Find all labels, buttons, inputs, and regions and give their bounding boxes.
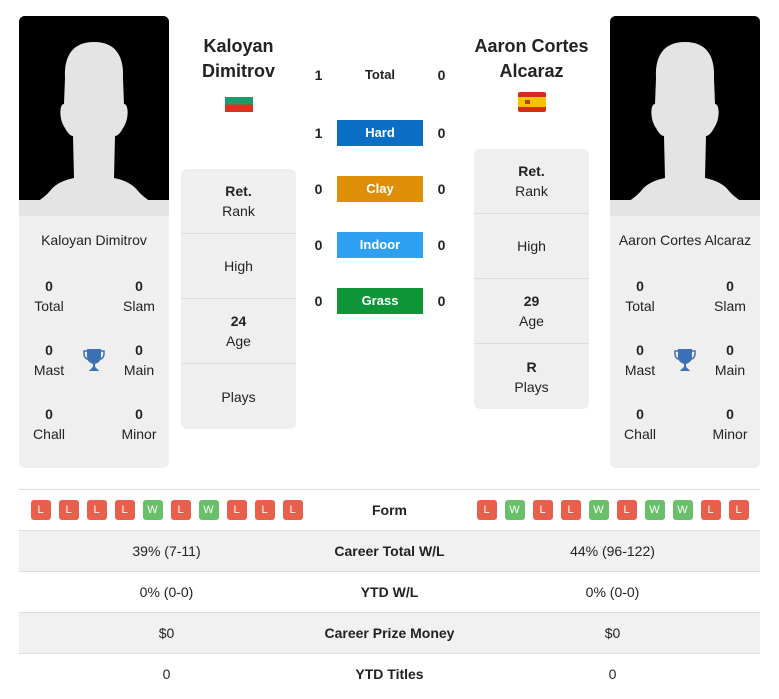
player1-high: High <box>181 234 296 299</box>
player1-prize: $0 <box>158 625 175 641</box>
surface-grass-badge: Grass <box>337 288 423 314</box>
h2h-p2-indoor: 0 <box>437 237 446 253</box>
trophy-icon <box>82 347 106 373</box>
player1-age: 24 Age <box>181 299 296 364</box>
h2h-p1-total: 1 <box>314 67 323 83</box>
player1-form-badge-win[interactable]: W <box>198 500 219 520</box>
player2-ytd-titles: 0 <box>608 666 617 682</box>
comparison-table: LLLLWLWLLL Form LWLLWLWWLL 39% (7-11) Ca… <box>19 489 760 694</box>
player2-form-badge-loss[interactable]: L <box>532 500 553 520</box>
player1-career-wl: 39% (7-11) <box>132 543 201 559</box>
player1-titles-minor: 0 Minor <box>121 406 157 442</box>
player2-form-badge-win[interactable]: W <box>504 500 525 520</box>
player1-titles-total: 0 Total <box>34 278 64 314</box>
ytd-titles-label: YTD Titles <box>355 666 424 682</box>
player1-rank: Ret. Rank <box>181 169 296 234</box>
prize-label: Career Prize Money <box>324 625 455 641</box>
h2h-p2-total: 0 <box>437 67 446 83</box>
player1-form-badge-loss[interactable]: L <box>226 500 247 520</box>
h2h-hard-row: 1 Hard 0 <box>300 120 460 146</box>
spain-flag-icon <box>518 92 546 112</box>
player2-titles-minor: 0 Minor <box>712 406 748 442</box>
player-silhouette-icon <box>19 16 169 216</box>
h2h-p2-clay: 0 <box>437 181 446 197</box>
player2-career-wl: 44% (96-122) <box>570 543 655 559</box>
surface-indoor-badge: Indoor <box>337 232 423 258</box>
player2-titles-mast: 0 Mast <box>624 342 656 378</box>
h2h-grass-row: 0 Grass 0 <box>300 288 460 314</box>
player2-titles-total: 0 Total <box>625 278 655 314</box>
player2-form-badge-loss[interactable]: L <box>700 500 721 520</box>
player-silhouette-icon <box>610 16 760 216</box>
career-wl-row: 39% (7-11) Career Total W/L 44% (96-122) <box>19 530 760 571</box>
player1-titles-main: 0 Main <box>123 342 155 378</box>
player1-form-badge-loss[interactable]: L <box>58 500 79 520</box>
player1-titles-slam: 0 Slam <box>123 278 155 314</box>
player2-high: High <box>474 214 589 279</box>
player1-form-badge-loss[interactable]: L <box>170 500 191 520</box>
player1-form-badge-loss[interactable]: L <box>114 500 135 520</box>
h2h-p1-hard: 1 <box>314 125 323 141</box>
player1-name[interactable]: Kaloyan Dimitrov <box>181 34 296 84</box>
player1-plays: Plays <box>221 388 256 405</box>
player2-form-badge-win[interactable]: W <box>644 500 665 520</box>
player1-form-badge-win[interactable]: W <box>142 500 163 520</box>
player1-form-badge-loss[interactable]: L <box>254 500 275 520</box>
player1-form-badge-loss[interactable]: L <box>30 500 51 520</box>
player1-titles-chall: 0 Chall <box>33 406 65 442</box>
h2h-total-label: Total <box>364 67 396 82</box>
player2-form-badge-loss[interactable]: L <box>476 500 497 520</box>
player2-photo <box>610 16 760 216</box>
prize-row: $0 Career Prize Money $0 <box>19 612 760 653</box>
player2-form: LWLLWLWWLL <box>465 500 760 520</box>
player2-form-badge-win[interactable]: W <box>672 500 693 520</box>
player1-form-badge-loss[interactable]: L <box>86 500 107 520</box>
player1-full-name: Kaloyan Dimitrov <box>41 232 147 248</box>
form-label: Form <box>372 502 407 518</box>
player1-info: Ret. Rank High 24 Age Plays <box>181 169 296 429</box>
h2h-p2-hard: 0 <box>437 125 446 141</box>
h2h-p2-grass: 0 <box>437 293 446 309</box>
player2-info: Ret. Rank High 29 Age R Plays <box>474 149 589 409</box>
player2-card: Aaron Cortes Alcaraz 0 Total 0 Slam 0 Mast … <box>610 16 760 468</box>
player2-plays: R Plays <box>514 358 549 395</box>
player2-form-badge-loss[interactable]: L <box>560 500 581 520</box>
player1-titles-mast: 0 Mast <box>33 342 65 378</box>
ytd-wl-row: 0% (0-0) YTD W/L 0% (0-0) <box>19 571 760 612</box>
bulgaria-flag-icon <box>225 97 253 112</box>
player1-form: LLLLWLWLLL <box>19 500 314 520</box>
player1-ytd-wl: 0% (0-0) <box>139 584 194 600</box>
form-row: LLLLWLWLLL Form LWLLWLWWLL <box>19 489 760 530</box>
h2h-p1-indoor: 0 <box>314 237 323 253</box>
h2h-indoor-row: 0 Indoor 0 <box>300 232 460 258</box>
player2-prize: $0 <box>604 625 621 641</box>
h2h-p1-clay: 0 <box>314 181 323 197</box>
ytd-titles-row: 0 YTD Titles 0 <box>19 653 760 694</box>
surface-clay-badge: Clay <box>337 176 423 202</box>
player2-ytd-wl: 0% (0-0) <box>585 584 640 600</box>
trophy-icon <box>673 347 697 373</box>
player2-name[interactable]: Aaron Cortes Alcaraz <box>466 34 597 84</box>
player1-form-badge-loss[interactable]: L <box>282 500 303 520</box>
player1-ytd-titles: 0 <box>162 666 171 682</box>
player2-age: 29 Age <box>474 279 589 344</box>
player2-titles-main: 0 Main <box>714 342 746 378</box>
h2h-clay-row: 0 Clay 0 <box>300 176 460 202</box>
player2-form-badge-win[interactable]: W <box>588 500 609 520</box>
h2h-total-row: 1 Total 0 <box>300 62 460 88</box>
surface-hard-badge: Hard <box>337 120 423 146</box>
h2h-p1-grass: 0 <box>314 293 323 309</box>
player2-form-badge-loss[interactable]: L <box>728 500 749 520</box>
player2-titles-chall: 0 Chall <box>624 406 656 442</box>
player2-rank: Ret. Rank <box>474 149 589 214</box>
player2-full-name: Aaron Cortes Alcaraz <box>618 232 752 248</box>
player2-titles-slam: 0 Slam <box>714 278 746 314</box>
player1-card: Kaloyan Dimitrov 0 Total 0 Slam 0 Mast 0 Mai… <box>19 16 169 468</box>
player2-form-badge-loss[interactable]: L <box>616 500 637 520</box>
ytd-wl-label: YTD W/L <box>360 584 419 600</box>
career-wl-label: Career Total W/L <box>334 543 445 559</box>
player1-photo <box>19 16 169 216</box>
